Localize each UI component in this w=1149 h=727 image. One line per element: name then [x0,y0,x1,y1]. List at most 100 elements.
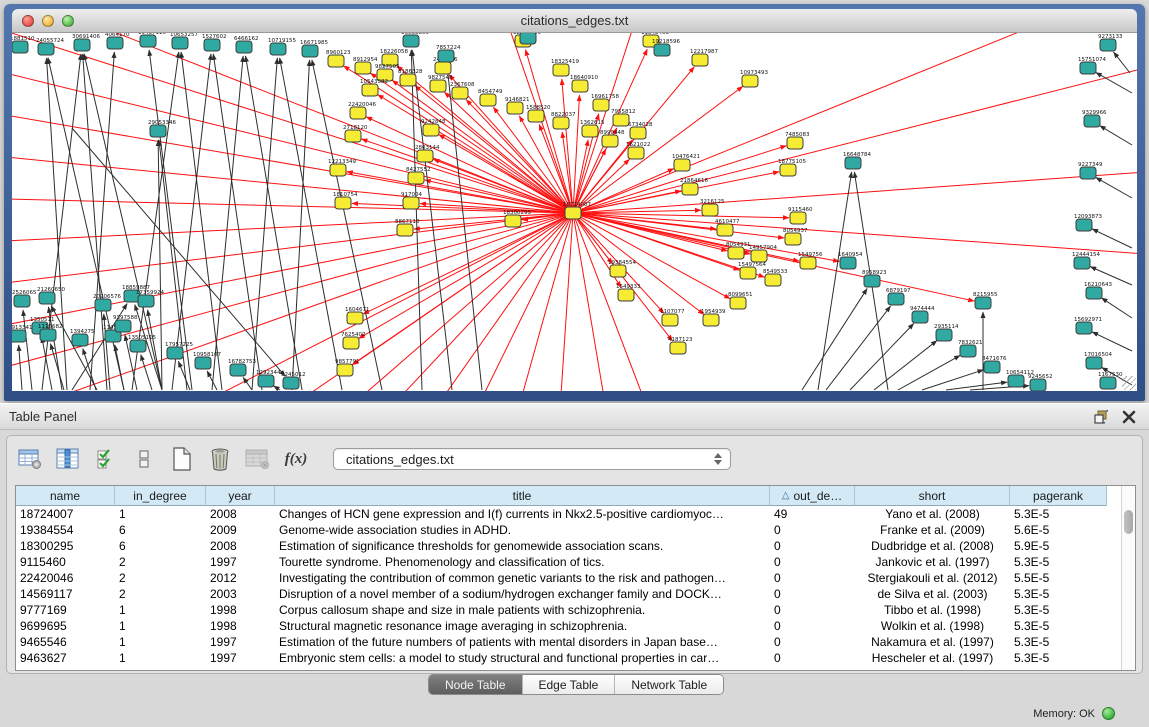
table-row[interactable]: 1938455462009Genome-wide association stu… [16,522,1135,538]
column-header-out_degree[interactable]: △out_de… [770,486,855,506]
graph-node[interactable] [1008,375,1024,387]
graph-node[interactable] [423,124,439,136]
graph-node[interactable] [984,361,1000,373]
graph-node[interactable] [39,292,55,304]
tab-network-table[interactable]: Network Table [615,675,723,694]
tab-node-table[interactable]: Node Table [429,675,523,694]
graph-node[interactable] [74,39,90,51]
graph-node[interactable] [593,99,609,111]
table-row[interactable]: 2242004622012Investigating the contribut… [16,570,1135,586]
graph-node[interactable] [1030,379,1046,391]
table-selector-combobox[interactable]: citations_edges.txt [333,448,731,470]
graph-node[interactable] [204,39,220,51]
graph-node[interactable] [1086,287,1102,299]
graph-node[interactable] [602,135,618,147]
graph-node[interactable] [14,295,30,307]
graph-node[interactable] [452,87,468,99]
table-row[interactable]: 969969511998Structural magnetic resonanc… [16,618,1135,634]
graph-node[interactable] [230,364,246,376]
graph-node[interactable] [1086,357,1102,369]
graph-node[interactable] [258,375,274,387]
table-row[interactable]: 946362711997Embryonic stem cells: a mode… [16,650,1135,666]
graph-node[interactable] [435,62,451,74]
graph-node[interactable] [408,172,424,184]
graph-node[interactable] [1076,322,1092,334]
column-header-name[interactable]: name [16,486,115,506]
merge-rows-icon[interactable] [131,447,157,471]
table-row[interactable]: 1830029562008Estimation of significance … [16,538,1135,554]
close-panel-icon[interactable] [1121,409,1137,425]
graph-node[interactable] [662,314,678,326]
graph-node[interactable] [1100,39,1116,51]
graph-node[interactable] [283,377,299,389]
graph-node[interactable] [1100,377,1116,389]
graph-node[interactable] [787,137,803,149]
graph-node[interactable] [397,224,413,236]
graph-node[interactable] [438,50,454,62]
graph-node[interactable] [630,127,646,139]
graph-node[interactable] [362,84,378,96]
minimize-button[interactable] [42,15,54,27]
window-resize-grip[interactable] [1122,376,1136,390]
graph-node[interactable] [610,265,626,277]
graph-node[interactable] [888,293,904,305]
graph-node[interactable] [195,357,211,369]
graph-node[interactable] [1080,62,1096,74]
graph-node[interactable] [730,297,746,309]
graph-node[interactable] [975,297,991,309]
graph-node[interactable] [572,80,588,92]
graph-node[interactable] [613,114,629,126]
graph-node[interactable] [507,102,523,114]
graph-node[interactable] [355,62,371,74]
graph-node[interactable] [328,55,344,67]
graph-node[interactable] [72,334,88,346]
table-row[interactable]: 946554611997Estimation of the future num… [16,634,1135,650]
graph-node[interactable] [140,35,156,47]
graph-node[interactable] [12,330,26,342]
show-columns-icon[interactable] [55,447,81,471]
scrollbar-thumb[interactable] [1124,510,1133,534]
graph-node[interactable] [480,94,496,106]
graph-node[interactable] [582,125,598,137]
graph-node[interactable] [840,257,856,269]
delete-icon[interactable] [207,447,233,471]
table-row[interactable]: 911546021997Tourette syndrome. Phenomeno… [16,554,1135,570]
graph-node[interactable] [654,44,670,56]
column-header-title[interactable]: title [275,486,770,506]
graph-node[interactable] [702,204,718,216]
graph-node[interactable] [1074,257,1090,269]
graph-node[interactable] [270,43,286,55]
graph-node[interactable] [337,364,353,376]
tab-edge-table[interactable]: Edge Table [523,675,616,694]
zoom-button[interactable] [62,15,74,27]
graph-node[interactable] [520,33,536,44]
graph-node[interactable] [400,74,416,86]
graph-node[interactable] [785,233,801,245]
graph-node[interactable] [703,314,719,326]
graph-node[interactable] [115,320,131,332]
graph-node[interactable] [40,329,56,341]
window-titlebar[interactable]: citations_edges.txt [12,9,1137,33]
graph-node[interactable] [430,80,446,92]
graph-node[interactable] [403,35,419,47]
graph-node[interactable] [780,164,796,176]
graph-node[interactable] [12,41,28,53]
graph-node[interactable] [345,130,361,142]
graph-node[interactable] [790,212,806,224]
column-header-in_degree[interactable]: in_degree [115,486,206,506]
graph-node[interactable] [350,107,366,119]
graph-node[interactable] [138,295,154,307]
graph-node[interactable] [302,45,318,57]
graph-node[interactable] [960,345,976,357]
graph-node[interactable] [912,311,928,323]
graph-node[interactable] [236,41,252,53]
graph-node[interactable] [682,183,698,195]
function-icon[interactable]: f(x) [283,447,309,471]
column-header-pagerank[interactable]: pagerank [1010,486,1107,506]
graph-node[interactable] [1076,219,1092,231]
graph-node[interactable] [150,125,166,137]
graph-node[interactable] [692,54,708,66]
graph-node[interactable] [674,159,690,171]
network-canvas[interactable]: 1872400788671109170041810754122133492718… [12,33,1137,391]
graph-node[interactable] [936,329,952,341]
